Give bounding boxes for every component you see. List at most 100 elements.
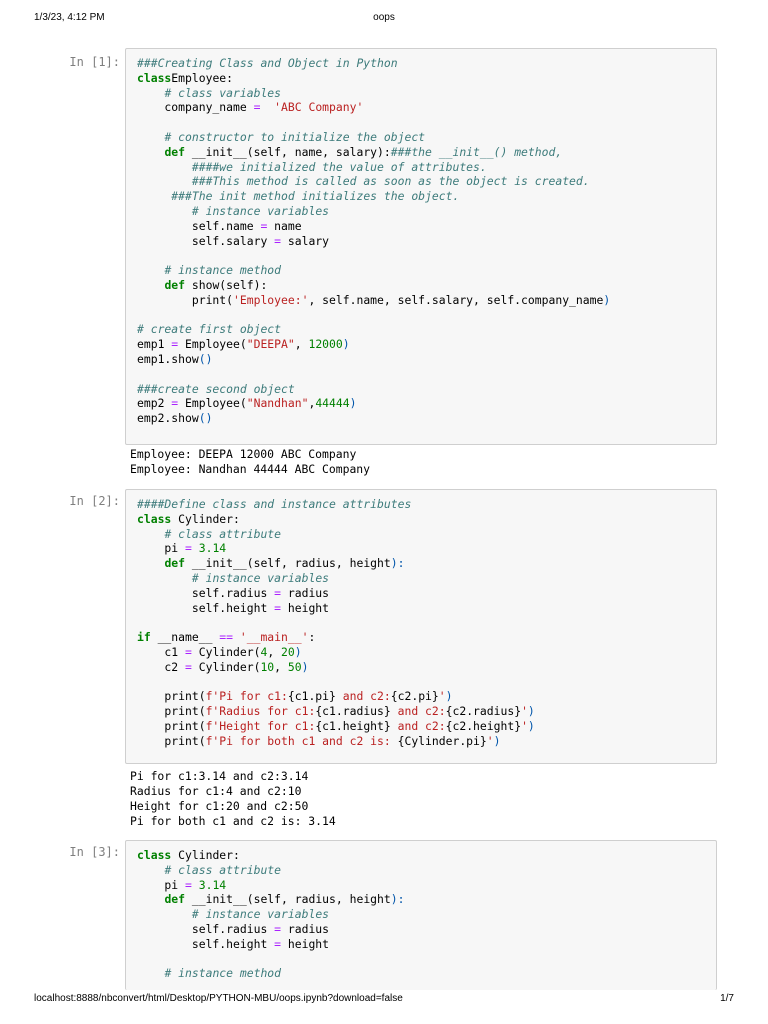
code-token: ####Define class and instance attributes xyxy=(137,497,412,511)
code-cell-input[interactable]: class Cylinder: # class attribute pi = 3… xyxy=(125,840,717,990)
code-line: print(f'Radius for c1:{c1.radius} and c2… xyxy=(137,704,716,719)
code-token: c1 xyxy=(137,644,186,659)
code-token: ) xyxy=(301,659,309,674)
code-token: ' xyxy=(438,689,446,704)
code-line: # class variables xyxy=(137,86,716,101)
code-token: class xyxy=(137,848,172,862)
code-token: Cylinder( xyxy=(191,644,261,659)
code-line: print(f'Height for c1:{c1.height} and c2… xyxy=(137,719,716,734)
code-line: emp1.show() xyxy=(137,352,716,367)
code-line: # class attribute xyxy=(137,527,716,542)
code-line: ###This method is called as soon as the … xyxy=(137,174,716,189)
code-token: def xyxy=(164,144,186,159)
code-line: self.radius = radius xyxy=(137,586,716,601)
print-footer: localhost:8888/nbconvert/html/Desktop/PY… xyxy=(0,993,768,1013)
code-line: classEmployee: xyxy=(137,71,716,86)
code-token: class xyxy=(137,70,172,85)
code-line: class Cylinder: xyxy=(137,848,716,863)
code-line: emp2.show() xyxy=(137,411,716,426)
code-line: def __init__(self, name, salary):###the … xyxy=(137,145,716,160)
code-token: () xyxy=(198,411,213,426)
code-token: ) xyxy=(493,733,501,748)
code-token: Cylinder: xyxy=(171,848,240,862)
code-line: # create first object xyxy=(137,322,716,337)
code-token: emp1.show xyxy=(137,351,199,366)
code-token: ) xyxy=(527,704,535,719)
code-token: {c2.radius} xyxy=(445,704,522,719)
code-line: ####Define class and instance attributes xyxy=(137,497,716,512)
code-token: and c2: xyxy=(390,718,446,733)
cell-prompt: In [1]: xyxy=(69,55,120,69)
code-token: # create first object xyxy=(137,322,282,337)
code-token: ####we initialized the value of attribut… xyxy=(191,159,487,174)
code-token: "DEEPA" xyxy=(246,337,295,352)
code-token: , xyxy=(274,659,288,674)
code-line: print(f'Pi for c1:{c1.pi} and c2:{c2.pi}… xyxy=(137,689,716,704)
code-token: self.height xyxy=(137,936,275,951)
code-token: # class attribute xyxy=(164,862,282,877)
page-number: 1/7 xyxy=(720,993,734,1004)
code-line: if __name__ == '__main__': xyxy=(137,630,716,645)
code-token: ) xyxy=(445,689,453,704)
code-token: __name__ xyxy=(150,630,220,645)
output-line: Employee: Nandhan 44444 ABC Company xyxy=(130,462,371,476)
code-line: ###The init method initializes the objec… xyxy=(137,189,716,204)
code-token: , self.name, self.salary, self.company_n… xyxy=(308,292,604,307)
code-token: ): xyxy=(390,556,405,571)
code-token: Cylinder( xyxy=(191,659,261,674)
code-token: = xyxy=(185,659,192,674)
code-cell-input[interactable]: ###Creating Class and Object in Python cl… xyxy=(125,48,717,445)
code-token: = xyxy=(274,600,282,615)
code-token: self.salary xyxy=(137,233,275,248)
code-token: c2 xyxy=(137,659,186,674)
code-token: ###Creating Class and Object in Python xyxy=(137,56,398,70)
code-token: emp2 xyxy=(137,396,172,411)
code-token: {c1.radius} xyxy=(315,704,391,719)
code-token: {Cylinder.pi} xyxy=(397,733,487,748)
code-line: def __init__(self, radius, height): xyxy=(137,556,716,571)
code-line: ###create second object xyxy=(137,382,716,397)
code-token: 3.14 xyxy=(198,877,227,892)
code-token: print( xyxy=(137,733,206,748)
code-token: class xyxy=(137,511,172,526)
code-token: ) xyxy=(603,292,611,307)
code-line: # constructor to initialize the object xyxy=(137,130,716,145)
code-line: emp1 = Employee("DEEPA", 12000) xyxy=(137,337,716,352)
code-token: ) xyxy=(294,644,302,659)
code-token: 3.14 xyxy=(198,541,227,556)
code-token: ' xyxy=(521,718,528,733)
code-token: = xyxy=(274,921,282,936)
code-token: and c2: xyxy=(335,689,391,704)
code-token: Employee: xyxy=(171,70,234,85)
code-token: ###The init method initializes the objec… xyxy=(171,189,460,204)
code-token: # instance method xyxy=(164,263,282,278)
code-token: company_name xyxy=(137,100,254,115)
code-token: self.radius xyxy=(137,921,275,936)
code-line: # instance variables xyxy=(137,571,716,586)
cell-output: Employee: DEEPA 12000 ABC Company Employe… xyxy=(130,447,720,477)
code-token: 12000 xyxy=(308,337,343,352)
code-token: height xyxy=(281,600,330,615)
code-token: def xyxy=(164,556,186,571)
code-line: c2 = Cylinder(10, 50) xyxy=(137,660,716,675)
code-token: height xyxy=(281,936,330,951)
code-line: pi = 3.14 xyxy=(137,878,716,893)
code-line: self.salary = salary xyxy=(137,234,716,249)
code-cell-input[interactable]: ####Define class and instance attributes… xyxy=(125,489,717,764)
code-token: = xyxy=(185,644,192,659)
